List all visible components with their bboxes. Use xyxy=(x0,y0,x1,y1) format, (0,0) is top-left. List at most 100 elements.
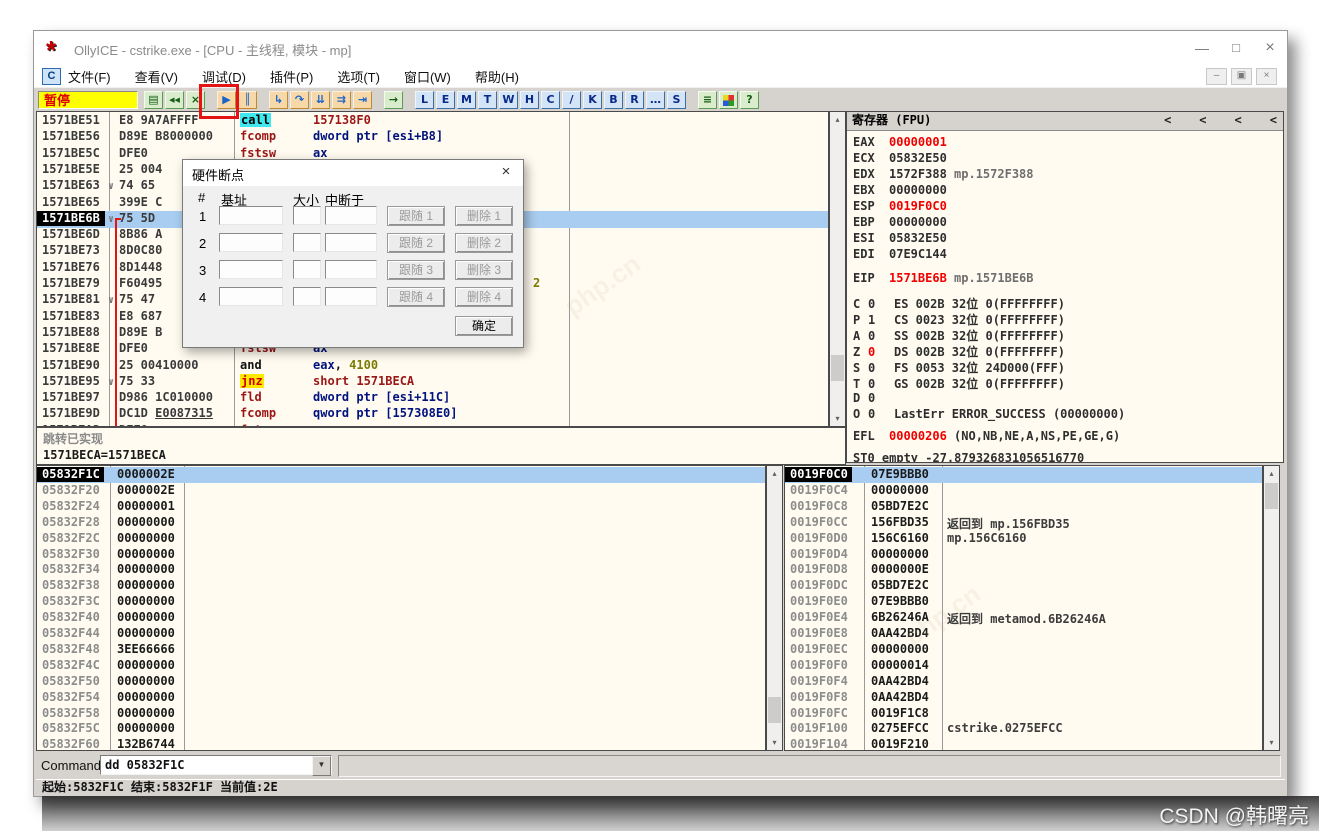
stack-row[interactable]: 0019F0F000000014 xyxy=(785,658,1262,674)
menu-item-3[interactable]: 插件(P) xyxy=(270,67,313,86)
dump-row[interactable]: 05832F3400000000 xyxy=(37,562,765,578)
stack-row[interactable]: 0019F0F40AA42BD4 xyxy=(785,674,1262,690)
register-row[interactable]: EBX00000000 xyxy=(853,183,1283,199)
dump-scrollbar[interactable]: ▴ ▾ xyxy=(766,465,783,751)
scroll-up-icon[interactable]: ▴ xyxy=(767,466,782,481)
dump-row[interactable]: 05832F3C00000000 xyxy=(37,594,765,610)
follow-button[interactable]: 跟随 2 xyxy=(387,233,445,253)
registers-scroll-left-icon[interactable]: < xyxy=(1235,112,1242,129)
disasm-row[interactable]: 1571BE95∨75 33jnzshort 1571BECA xyxy=(37,374,828,391)
disasm-row[interactable]: 1571BE9DDC1D E0087315fcompqword ptr [157… xyxy=(37,406,828,423)
dump-row[interactable]: 05832F2800000000 xyxy=(37,515,765,531)
disasm-row[interactable]: 1571BE56D89E B8000000fcompdword ptr [esi… xyxy=(37,129,828,146)
disasm-row[interactable]: 1571BE9025 00410000andeax, 4100 xyxy=(37,358,828,375)
flag-row[interactable]: C0ES 002B 32位 0(FFFFFFFF) xyxy=(853,295,1283,311)
break-on-field[interactable] xyxy=(325,233,377,252)
stack-row[interactable]: 0019F0CC156FBD35返回到 mp.156FBD35 xyxy=(785,515,1262,531)
registers-scroll-left-icon[interactable]: < xyxy=(1199,112,1206,129)
stack-scrollbar[interactable]: ▴ ▾ xyxy=(1263,465,1280,751)
size-field[interactable] xyxy=(293,206,321,225)
flag-row[interactable]: A0SS 002B 32位 0(FFFFFFFF) xyxy=(853,327,1283,343)
size-field[interactable] xyxy=(293,260,321,279)
menu-item-5[interactable]: 窗口(W) xyxy=(404,67,451,86)
windows-button[interactable]: W xyxy=(499,91,518,109)
breakpoints-button[interactable]: B xyxy=(604,91,623,109)
menu-item-0[interactable]: 文件(F) xyxy=(68,67,111,86)
close-button[interactable]: × xyxy=(1255,37,1285,59)
stack-row[interactable]: 0019F0FC0019F1C8 xyxy=(785,706,1262,722)
base-address-field[interactable] xyxy=(219,233,283,252)
mdi-restore-button[interactable]: ▣ xyxy=(1231,68,1252,85)
step-over-icon[interactable]: ↷ xyxy=(290,91,309,109)
menu-item-4[interactable]: 选项(T) xyxy=(337,67,380,86)
dump-row[interactable]: 05832F4000000000 xyxy=(37,610,765,626)
stack-row[interactable]: 0019F0C007E9BBB0 xyxy=(785,467,1262,483)
delete-button[interactable]: 删除 4 xyxy=(455,287,513,307)
dump-row[interactable]: 05832F5000000000 xyxy=(37,674,765,690)
break-on-field[interactable] xyxy=(325,287,377,306)
animate-over-icon[interactable]: ⇉ xyxy=(332,91,351,109)
dump-row[interactable]: 05832F2400000001 xyxy=(37,499,765,515)
patches-button[interactable]: / xyxy=(562,91,581,109)
scrollbar-thumb[interactable] xyxy=(1265,483,1278,509)
registers-panel[interactable]: 寄存器 (FPU) <<<< EAX00000001 ECX05832E50 E… xyxy=(846,111,1284,463)
dump-row[interactable]: 05832F483EE66666 xyxy=(37,642,765,658)
minimize-button[interactable]: — xyxy=(1187,37,1217,59)
register-row[interactable]: EAX00000001 xyxy=(853,135,1283,151)
scrollbar-thumb[interactable] xyxy=(831,355,844,381)
delete-button[interactable]: 删除 2 xyxy=(455,233,513,253)
scrollbar-thumb[interactable] xyxy=(768,697,781,723)
animate-into-icon[interactable]: ⇊ xyxy=(311,91,330,109)
mdi-close-button[interactable]: × xyxy=(1256,68,1277,85)
stack-row[interactable]: 0019F1040019F210 xyxy=(785,737,1262,751)
stack-row[interactable]: 0019F1000275EFCCcstrike.0275EFCC xyxy=(785,721,1262,737)
delete-button[interactable]: 删除 1 xyxy=(455,206,513,226)
stack-row[interactable]: 0019F0EC00000000 xyxy=(785,642,1262,658)
dump-row[interactable]: 05832F60132B6744 xyxy=(37,737,765,751)
dialog-close-icon[interactable]: × xyxy=(495,162,517,182)
stack-row[interactable]: 0019F0C400000000 xyxy=(785,483,1262,499)
flag-row[interactable]: P1CS 0023 32位 0(FFFFFFFF) xyxy=(853,311,1283,327)
break-on-field[interactable] xyxy=(325,206,377,225)
ok-button[interactable]: 确定 xyxy=(455,316,513,336)
eip-row[interactable]: EIP1571BE6B mp.1571BE6B xyxy=(853,271,1283,287)
st0-row[interactable]: ST0 empty -27.879326831056516770 xyxy=(853,451,1283,463)
appearance-icon[interactable] xyxy=(719,91,738,109)
break-on-field[interactable] xyxy=(325,260,377,279)
pause-icon[interactable]: ║ xyxy=(238,91,257,109)
flag-row[interactable]: Z0DS 002B 32位 0(FFFFFFFF) xyxy=(853,343,1283,359)
dump-row[interactable]: 05832F5C00000000 xyxy=(37,721,765,737)
stack-row[interactable]: 0019F0D80000000E xyxy=(785,562,1262,578)
dump-row[interactable]: 05832F5800000000 xyxy=(37,706,765,722)
stack-row[interactable]: 0019F0DC05BD7E2C xyxy=(785,578,1262,594)
dump-row[interactable]: 05832F4C00000000 xyxy=(37,658,765,674)
handles-button[interactable]: H xyxy=(520,91,539,109)
step-into-icon[interactable]: ↳ xyxy=(269,91,288,109)
disasm-row[interactable]: 1571BE97D986 1C010000flddword ptr [esi+1… xyxy=(37,390,828,407)
flag-row[interactable]: T0GS 002B 32位 0(FFFFFFFF) xyxy=(853,375,1283,391)
disasm-row[interactable]: 1571BE51E8 9A7AFFFFcall157138F0 xyxy=(37,113,828,130)
dump-row[interactable]: 05832F4400000000 xyxy=(37,626,765,642)
register-row[interactable]: ESP0019F0C0 xyxy=(853,199,1283,215)
stack-row[interactable]: 0019F0E007E9BBB0 xyxy=(785,594,1262,610)
log-window-button[interactable]: L xyxy=(415,91,434,109)
dump-row[interactable]: 05832F3000000000 xyxy=(37,547,765,563)
base-address-field[interactable] xyxy=(219,260,283,279)
menu-item-2[interactable]: 调试(D) xyxy=(202,67,246,86)
maximize-button[interactable]: □ xyxy=(1221,37,1251,59)
disassembly-scrollbar[interactable]: ▴ ▾ xyxy=(829,111,846,427)
go-to-icon[interactable]: → xyxy=(384,91,403,109)
dump-row[interactable]: 05832F3800000000 xyxy=(37,578,765,594)
follow-button[interactable]: 跟随 3 xyxy=(387,260,445,280)
memory-dump-panel[interactable]: 05832F1C0000002E05832F200000002E05832F24… xyxy=(36,465,766,751)
registers-scroll-left-icon[interactable]: < xyxy=(1164,112,1171,129)
cpu-button[interactable]: C xyxy=(541,91,560,109)
stack-row[interactable]: 0019F0E46B26246A返回到 metamod.6B26246A xyxy=(785,610,1262,626)
follow-button[interactable]: 跟随 1 xyxy=(387,206,445,226)
delete-button[interactable]: 删除 3 xyxy=(455,260,513,280)
dump-row[interactable]: 05832F200000002E xyxy=(37,483,765,499)
run-trace-button[interactable]: … xyxy=(646,91,665,109)
mdi-minimize-button[interactable]: – xyxy=(1206,68,1227,85)
memory-map-button[interactable]: M xyxy=(457,91,476,109)
size-field[interactable] xyxy=(293,287,321,306)
